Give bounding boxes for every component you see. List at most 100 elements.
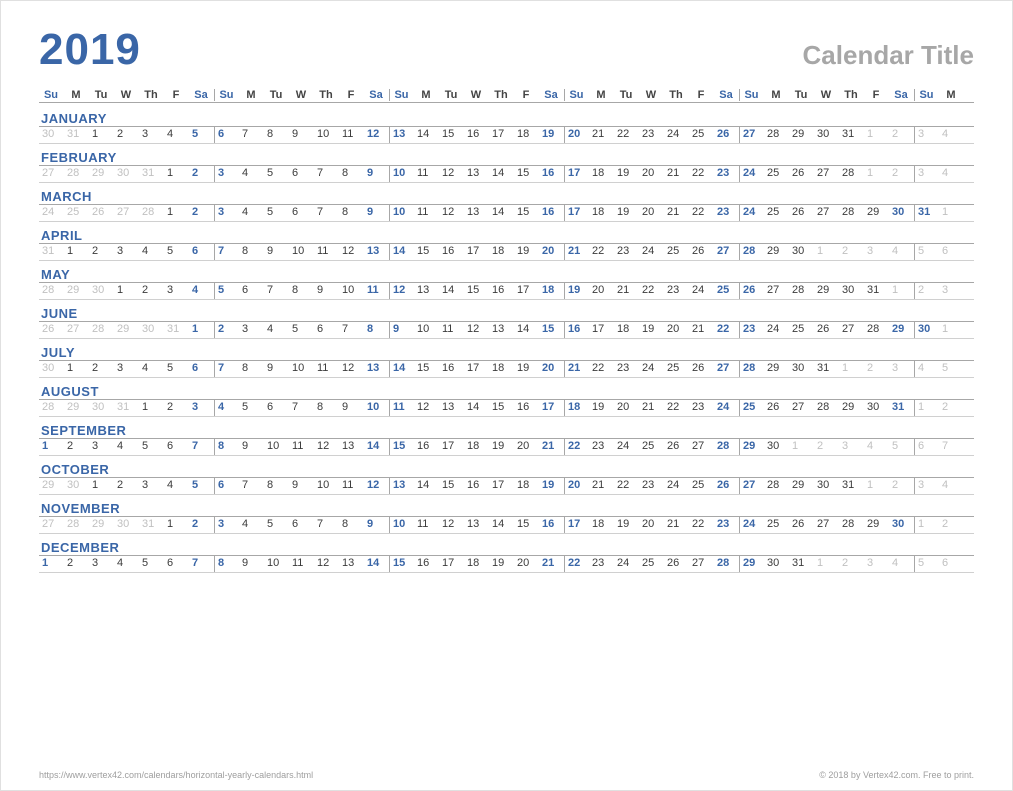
day-cell: 21	[589, 478, 614, 494]
dow-label: F	[339, 89, 364, 101]
day-cell: 2	[89, 361, 114, 377]
day-cell: 2	[814, 439, 839, 455]
day-cell: 13	[389, 478, 414, 494]
day-cell: 7	[214, 244, 239, 260]
day-cell: 1	[164, 205, 189, 221]
day-cell: 10	[364, 400, 389, 416]
day-cell: 18	[514, 127, 539, 143]
day-cell: 23	[614, 244, 639, 260]
day-cell: 5	[189, 478, 214, 494]
day-cell: 5	[264, 205, 289, 221]
day-cell: 7	[314, 205, 339, 221]
day-cell: 24	[739, 205, 764, 221]
day-cell: 23	[639, 127, 664, 143]
day-cell: 1	[64, 244, 89, 260]
day-cell: 12	[364, 127, 389, 143]
day-cell: 29	[864, 517, 889, 533]
day-cell: 24	[664, 127, 689, 143]
dow-label: W	[639, 89, 664, 101]
day-cell: 13	[364, 361, 389, 377]
day-cell: 14	[489, 517, 514, 533]
dow-label: M	[589, 89, 614, 101]
day-cell: 10	[289, 244, 314, 260]
day-cell: 15	[514, 166, 539, 182]
day-cell: 1	[89, 127, 114, 143]
day-cell: 22	[589, 244, 614, 260]
month-day-row: 2425262728123456789101112131415161718192…	[39, 204, 974, 222]
day-cell: 6	[314, 322, 339, 338]
months-container: JANUARY303112345678910111213141516171819…	[39, 111, 974, 573]
day-cell: 29	[739, 439, 764, 455]
day-cell: 28	[764, 478, 789, 494]
day-cell: 28	[839, 205, 864, 221]
day-cell: 28	[64, 517, 89, 533]
day-cell: 24	[739, 166, 764, 182]
day-cell: 5	[939, 361, 964, 377]
day-cell: 6	[164, 556, 189, 572]
day-cell: 24	[39, 205, 64, 221]
day-cell: 9	[289, 478, 314, 494]
day-cell: 30	[114, 517, 139, 533]
day-cell: 6	[939, 556, 964, 572]
dow-label: Su	[914, 89, 939, 101]
day-cell: 27	[839, 322, 864, 338]
day-cell: 3	[189, 400, 214, 416]
month-day-row: 1234567891011121314151617181920212223242…	[39, 438, 974, 456]
day-cell: 24	[739, 517, 764, 533]
dow-label: Tu	[439, 89, 464, 101]
day-cell: 8	[214, 439, 239, 455]
day-cell: 18	[464, 556, 489, 572]
day-cell: 1	[864, 127, 889, 143]
day-cell: 30	[864, 400, 889, 416]
day-cell: 3	[864, 556, 889, 572]
month-block: AUGUST2829303112345678910111213141516171…	[39, 384, 974, 417]
month-day-row: 2930123456789101112131415161718192021222…	[39, 477, 974, 495]
day-cell: 25	[764, 517, 789, 533]
day-cell: 1	[789, 439, 814, 455]
day-cell: 7	[289, 400, 314, 416]
day-cell: 15	[439, 127, 464, 143]
calendar-title: Calendar Title	[803, 40, 974, 71]
month-block: JANUARY303112345678910111213141516171819…	[39, 111, 974, 144]
day-cell: 16	[439, 361, 464, 377]
day-cell: 14	[389, 244, 414, 260]
day-cell: 26	[789, 205, 814, 221]
day-cell: 11	[289, 556, 314, 572]
day-cell: 14	[489, 205, 514, 221]
day-cell: 21	[539, 556, 564, 572]
day-cell: 19	[639, 322, 664, 338]
day-cell: 1	[814, 244, 839, 260]
day-cell: 31	[164, 322, 189, 338]
day-cell: 28	[139, 205, 164, 221]
month-block: FEBRUARY27282930311234567891011121314151…	[39, 150, 974, 183]
day-cell: 27	[689, 556, 714, 572]
dow-label: Tu	[789, 89, 814, 101]
dow-label: W	[464, 89, 489, 101]
day-cell: 22	[689, 205, 714, 221]
day-cell: 10	[389, 517, 414, 533]
day-cell: 18	[614, 322, 639, 338]
day-cell: 15	[414, 361, 439, 377]
day-cell: 4	[939, 478, 964, 494]
month-name: MAY	[39, 267, 974, 282]
day-cell: 24	[639, 244, 664, 260]
day-cell: 6	[214, 127, 239, 143]
dow-label: Th	[839, 89, 864, 101]
day-cell: 3	[139, 127, 164, 143]
dow-label: M	[64, 89, 89, 101]
day-cell: 18	[539, 283, 564, 299]
day-cell: 27	[64, 322, 89, 338]
day-cell: 6	[189, 244, 214, 260]
day-cell: 17	[514, 283, 539, 299]
dow-label: Sa	[539, 89, 564, 101]
day-cell: 26	[814, 322, 839, 338]
day-cell: 11	[289, 439, 314, 455]
day-cell: 28	[839, 166, 864, 182]
day-cell: 17	[539, 400, 564, 416]
day-cell: 4	[889, 556, 914, 572]
day-cell: 26	[664, 556, 689, 572]
day-cell: 31	[139, 166, 164, 182]
day-cell: 20	[539, 244, 564, 260]
day-cell: 1	[39, 439, 64, 455]
month-block: OCTOBER293012345678910111213141516171819…	[39, 462, 974, 495]
